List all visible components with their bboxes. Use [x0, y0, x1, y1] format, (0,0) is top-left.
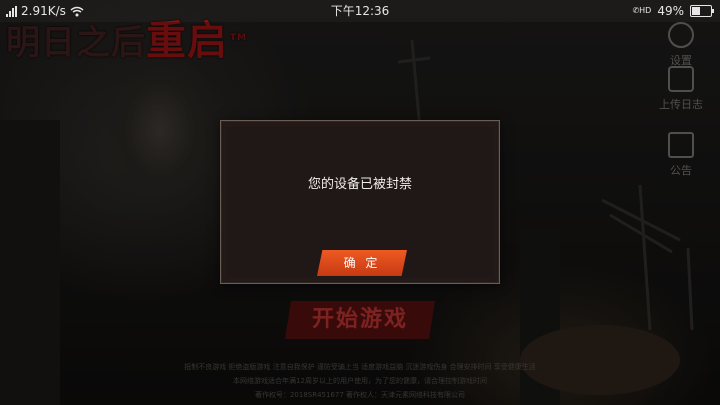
phone-hd-icon: ✆HD: [632, 6, 652, 15]
ban-dialog: 您的设备已被封禁 确 定: [220, 120, 500, 284]
network-type: HD: [639, 6, 652, 15]
game-screen: 明日之后重启 TM 设置 上传日志 公告 开始游戏 抵制不良游戏 拒绝盗版游戏 注…: [0, 0, 720, 405]
confirm-button[interactable]: 确 定: [317, 250, 407, 276]
dialog-message: 您的设备已被封禁: [307, 177, 412, 192]
clock: 下午12:36: [330, 4, 390, 18]
battery-fill: [692, 7, 700, 15]
battery-icon: [690, 5, 714, 17]
battery-percent: 49%: [657, 4, 684, 18]
status-bar: 2.91K/s 下午12:36 ✆HD 49%: [0, 0, 720, 22]
